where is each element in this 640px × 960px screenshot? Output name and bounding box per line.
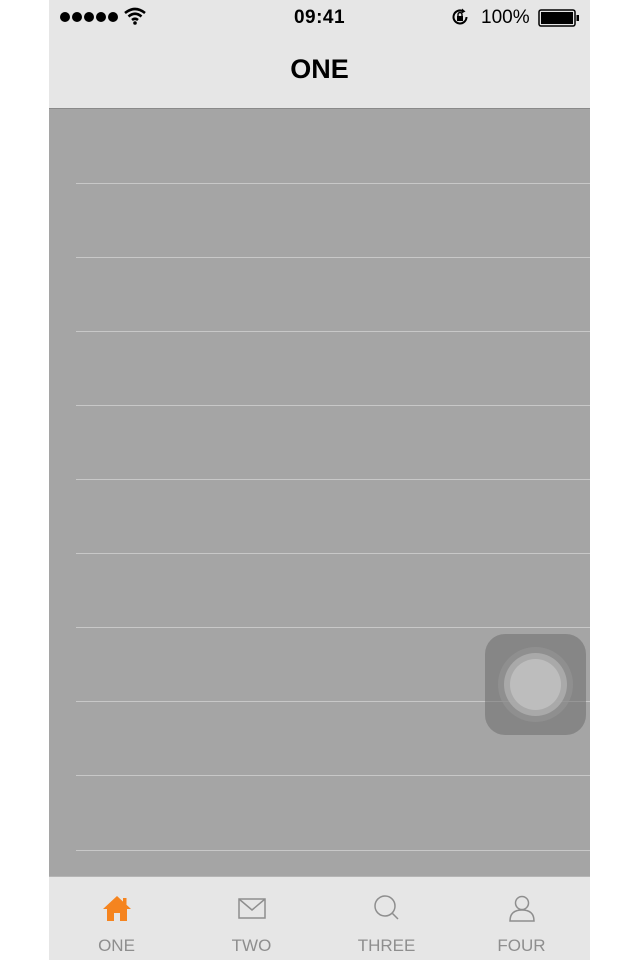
page-title: ONE	[290, 54, 349, 84]
tab-label: THREE	[357, 936, 416, 955]
table-row[interactable]	[76, 109, 590, 184]
battery-icon	[538, 9, 579, 27]
search-icon	[373, 895, 399, 920]
table-row[interactable]	[76, 183, 590, 258]
tab-two[interactable]: TWO	[184, 877, 319, 960]
tab-label: FOUR	[497, 936, 546, 955]
rotation-lock-icon	[452, 8, 468, 25]
tab-one[interactable]: ONE	[49, 877, 184, 960]
home-icon	[102, 896, 131, 921]
tab-three[interactable]: THREE	[319, 877, 454, 960]
mail-icon	[237, 898, 266, 919]
tab-label: ONE	[98, 936, 135, 955]
table-row[interactable]	[76, 331, 590, 406]
battery-percent: 100%	[481, 7, 530, 28]
assistive-touch-icon[interactable]	[485, 634, 586, 735]
table-view[interactable]	[49, 109, 590, 876]
user-icon	[508, 895, 535, 922]
table-row[interactable]	[76, 553, 590, 628]
tab-label: TWO	[231, 936, 272, 955]
table-row[interactable]	[76, 479, 590, 554]
table-row[interactable]	[76, 257, 590, 332]
table-row[interactable]	[76, 776, 590, 851]
status-bar: 09:41 100%	[49, 0, 590, 36]
tab-four[interactable]: FOUR	[454, 877, 589, 960]
navigation-bar: ONE	[49, 36, 590, 109]
tab-bar: ONE TWO THREE FOUR	[49, 876, 590, 960]
phone-screen: 09:41 100% ONE ONE TWO THREE FOUR	[49, 0, 590, 960]
table-row[interactable]	[76, 405, 590, 480]
